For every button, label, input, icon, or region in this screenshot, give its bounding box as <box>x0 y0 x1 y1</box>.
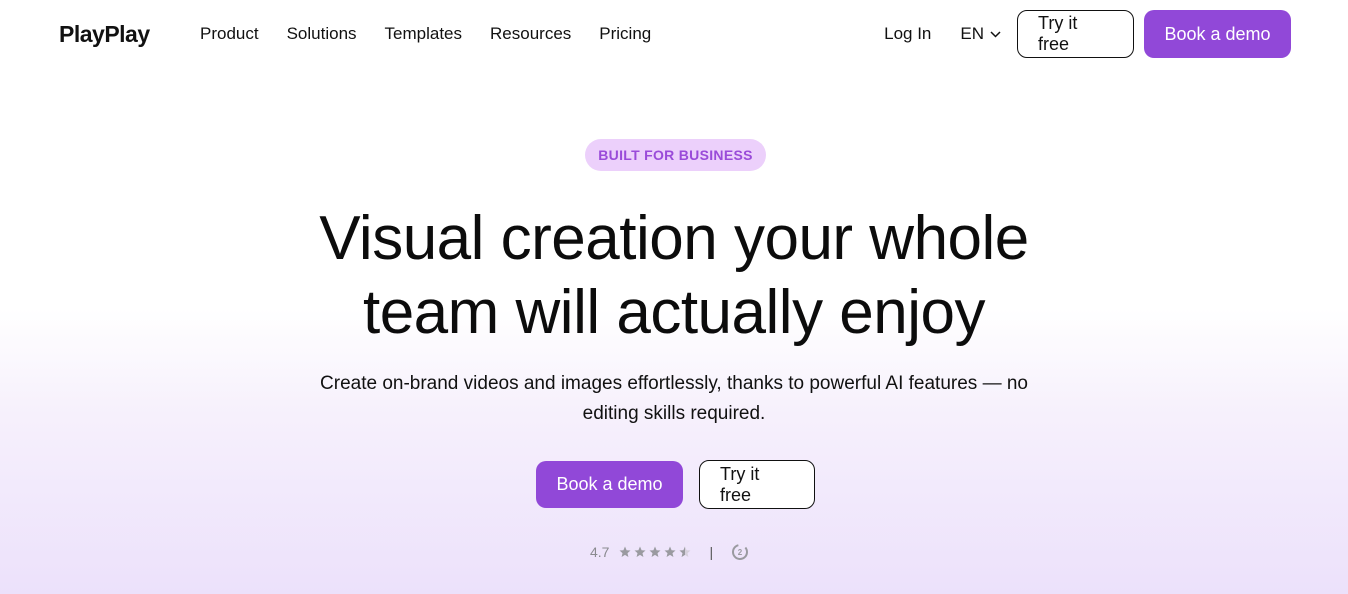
nav-pricing[interactable]: Pricing <box>599 22 651 46</box>
nav-product[interactable]: Product <box>200 22 259 46</box>
svg-text:2: 2 <box>738 548 743 557</box>
rating-separator: | <box>709 544 714 560</box>
headline-line-1: Visual creation your whole <box>319 204 1029 273</box>
rating-score: 4.7 <box>590 544 610 560</box>
subtitle-line-2: editing skills required. <box>582 403 766 424</box>
star-icon <box>649 546 661 557</box>
hero-try-free-button[interactable]: Try it free <box>699 460 815 509</box>
headline-line-2: team will actually enjoy <box>362 278 986 347</box>
business-badge: BUILT FOR BUSINESS <box>585 139 766 171</box>
nav-solutions[interactable]: Solutions <box>287 22 357 46</box>
star-icon <box>664 546 676 557</box>
rating-stars <box>619 546 691 558</box>
rating-row: 4.7 | 2 <box>590 541 749 563</box>
main-nav: Product Solutions Templates Resources Pr… <box>200 22 679 46</box>
hero-subtitle: Create on-brand videos and images effort… <box>274 369 1074 429</box>
language-selector[interactable]: EN <box>960 24 1001 44</box>
subtitle-line-1: Create on-brand videos and images effort… <box>320 373 1028 394</box>
hero-cta-row: Book a demo Try it free <box>536 460 815 509</box>
login-link[interactable]: Log In <box>884 24 931 44</box>
nav-resources[interactable]: Resources <box>490 22 571 46</box>
half-star-icon <box>679 546 691 557</box>
g2-icon: 2 <box>732 544 749 560</box>
try-free-button[interactable]: Try it free <box>1017 10 1134 58</box>
nav-actions: Log In EN Try it free Book a demo <box>884 10 1291 58</box>
top-navigation: PlayPlay Product Solutions Templates Res… <box>0 0 1348 68</box>
chevron-down-icon <box>990 30 1001 38</box>
language-label: EN <box>960 24 984 43</box>
star-icon <box>619 546 631 557</box>
book-demo-button[interactable]: Book a demo <box>1144 10 1291 58</box>
star-icon <box>634 546 646 557</box>
hero-book-demo-button[interactable]: Book a demo <box>536 461 683 508</box>
nav-templates[interactable]: Templates <box>385 22 462 46</box>
hero-headline: Visual creation your whole team will act… <box>174 202 1174 350</box>
playplay-logo[interactable]: PlayPlay <box>59 20 150 48</box>
